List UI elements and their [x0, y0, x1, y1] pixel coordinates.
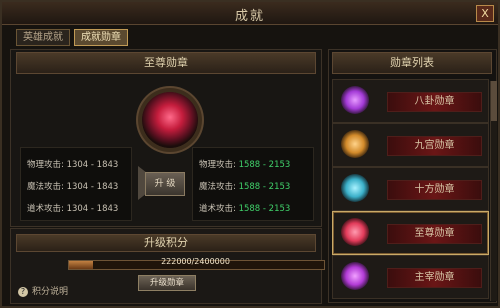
tab-achievement-medal[interactable]: 成就勋章 — [74, 29, 128, 46]
upgrade-button[interactable]: 升 级 — [145, 172, 185, 196]
points-progress-text: 222000/2400000 — [161, 257, 230, 266]
window-title: 成就 — [234, 9, 265, 24]
medal-list-item-selected[interactable]: 至尊勋章 — [332, 211, 489, 255]
medal-name: 九宫勋章 — [387, 136, 482, 156]
medal-name: 主宰勋章 — [387, 268, 482, 288]
medal-list-item[interactable]: 八卦勋章 — [332, 79, 489, 123]
help-icon: ? — [18, 287, 28, 297]
medal-list-item[interactable]: 十方勋章 — [332, 167, 489, 211]
medal-list-item[interactable]: 九宫勋章 — [332, 123, 489, 167]
current-stat-physical: 物理攻击: 1304 - 1843 — [27, 160, 119, 170]
selected-medal-icon — [142, 92, 198, 148]
points-help-label: 积分说明 — [32, 287, 69, 297]
medal-name: 至尊勋章 — [387, 224, 482, 244]
medal-list-scrollbar[interactable] — [490, 81, 497, 301]
ninegrid-medal-icon — [341, 130, 369, 158]
supreme-medal-icon — [341, 218, 369, 246]
close-button[interactable]: X — [476, 5, 494, 22]
achievement-window: 成就 X 英雄成就 成就勋章 至尊勋章 物理攻击: 1304 - 1843 魔法… — [0, 0, 500, 308]
medal-list-item[interactable]: 主宰勋章 — [332, 255, 489, 299]
medal-list-header: 勋章列表 — [332, 52, 492, 74]
current-stat-taoist: 道术攻击: 1304 - 1843 — [27, 204, 119, 214]
next-stats-box: 物理攻击: 1588 - 2153 魔法攻击: 1588 - 2153 道术攻击… — [192, 147, 314, 221]
upgrade-points-header: 升级积分 — [16, 234, 316, 252]
current-stats-box: 物理攻击: 1304 - 1843 魔法攻击: 1304 - 1843 道术攻击… — [20, 147, 132, 221]
sovereign-medal-icon — [341, 262, 369, 290]
title-bar: 成就 X — [2, 2, 498, 25]
next-stat-physical: 物理攻击: 1588 - 2153 — [199, 160, 291, 170]
points-help-link[interactable]: ? 积分说明 — [18, 284, 68, 297]
medal-name: 十方勋章 — [387, 180, 482, 200]
medal-detail-header: 至尊勋章 — [16, 52, 316, 74]
tab-hero-achievement[interactable]: 英雄成就 — [16, 29, 70, 46]
medal-list: 八卦勋章 九宫勋章 十方勋章 至尊勋章 主宰勋章 — [332, 79, 492, 300]
tendirection-medal-icon — [341, 174, 369, 202]
next-stat-magic: 魔法攻击: 1588 - 2153 — [199, 182, 291, 192]
next-stat-taoist: 道术攻击: 1588 - 2153 — [199, 204, 291, 214]
medal-name: 八卦勋章 — [387, 92, 482, 112]
scrollbar-thumb[interactable] — [491, 81, 497, 121]
current-stat-magic: 魔法攻击: 1304 - 1843 — [27, 182, 119, 192]
octagram-medal-icon — [341, 86, 369, 114]
upgrade-medal-button[interactable]: 升级勋章 — [138, 275, 196, 291]
